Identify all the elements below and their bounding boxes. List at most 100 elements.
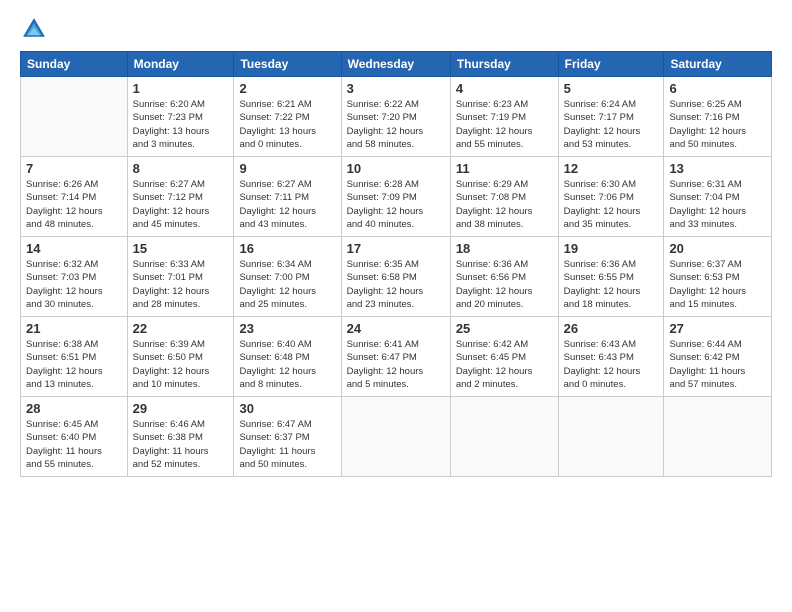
day-cell: 17 Sunrise: 6:35 AM Sunset: 6:58 PM Dayli… xyxy=(341,237,450,317)
logo-icon xyxy=(20,15,48,43)
day-number: 21 xyxy=(26,321,122,336)
day-cell xyxy=(21,77,128,157)
day-number: 27 xyxy=(669,321,766,336)
day-number: 26 xyxy=(564,321,659,336)
weekday-header-thursday: Thursday xyxy=(450,52,558,77)
day-cell: 9 Sunrise: 6:27 AM Sunset: 7:11 PM Daylig… xyxy=(234,157,341,237)
day-number: 14 xyxy=(26,241,122,256)
day-number: 12 xyxy=(564,161,659,176)
day-number: 5 xyxy=(564,81,659,96)
day-cell: 28Sunrise: 6:45 AM Sunset: 6:40 PM Dayli… xyxy=(21,397,128,477)
day-cell: 14 Sunrise: 6:32 AM Sunset: 7:03 PM Dayli… xyxy=(21,237,128,317)
day-info: Sunrise: 6:42 AM Sunset: 6:45 PM Dayligh… xyxy=(456,338,553,391)
day-cell xyxy=(341,397,450,477)
day-number: 22 xyxy=(133,321,229,336)
day-info: Sunrise: 6:36 AM Sunset: 6:56 PM Dayligh… xyxy=(456,258,553,311)
day-cell: 26 Sunrise: 6:43 AM Sunset: 6:43 PM Dayli… xyxy=(558,317,664,397)
day-info: Sunrise: 6:39 AM Sunset: 6:50 PM Dayligh… xyxy=(133,338,229,391)
day-info: Sunrise: 6:35 AM Sunset: 6:58 PM Dayligh… xyxy=(347,258,445,311)
day-number: 30 xyxy=(239,401,335,416)
page: SundayMondayTuesdayWednesdayThursdayFrid… xyxy=(0,0,792,612)
weekday-header-wednesday: Wednesday xyxy=(341,52,450,77)
day-cell: 12Sunrise: 6:30 AM Sunset: 7:06 PM Dayli… xyxy=(558,157,664,237)
day-cell: 1Sunrise: 6:20 AM Sunset: 7:23 PM Daylig… xyxy=(127,77,234,157)
day-info: Sunrise: 6:46 AM Sunset: 6:38 PM Dayligh… xyxy=(133,418,229,471)
day-cell: 2 Sunrise: 6:21 AM Sunset: 7:22 PM Daylig… xyxy=(234,77,341,157)
day-number: 29 xyxy=(133,401,229,416)
day-info: Sunrise: 6:45 AM Sunset: 6:40 PM Dayligh… xyxy=(26,418,122,471)
day-info: Sunrise: 6:36 AM Sunset: 6:55 PM Dayligh… xyxy=(564,258,659,311)
day-number: 6 xyxy=(669,81,766,96)
day-cell: 25 Sunrise: 6:42 AM Sunset: 6:45 PM Dayli… xyxy=(450,317,558,397)
logo xyxy=(20,15,52,43)
day-cell: 5 Sunrise: 6:24 AM Sunset: 7:17 PM Daylig… xyxy=(558,77,664,157)
day-info: Sunrise: 6:27 AM Sunset: 7:11 PM Dayligh… xyxy=(239,178,335,231)
day-number: 18 xyxy=(456,241,553,256)
day-cell: 19 Sunrise: 6:36 AM Sunset: 6:55 PM Dayli… xyxy=(558,237,664,317)
day-info: Sunrise: 6:47 AM Sunset: 6:37 PM Dayligh… xyxy=(239,418,335,471)
day-info: Sunrise: 6:32 AM Sunset: 7:03 PM Dayligh… xyxy=(26,258,122,311)
day-cell: 15 Sunrise: 6:33 AM Sunset: 7:01 PM Dayli… xyxy=(127,237,234,317)
weekday-header-tuesday: Tuesday xyxy=(234,52,341,77)
day-number: 20 xyxy=(669,241,766,256)
day-info: Sunrise: 6:29 AM Sunset: 7:08 PM Dayligh… xyxy=(456,178,553,231)
day-number: 8 xyxy=(133,161,229,176)
weekday-header-row: SundayMondayTuesdayWednesdayThursdayFrid… xyxy=(21,52,772,77)
day-info: Sunrise: 6:44 AM Sunset: 6:42 PM Dayligh… xyxy=(669,338,766,391)
day-info: Sunrise: 6:21 AM Sunset: 7:22 PM Dayligh… xyxy=(239,98,335,151)
day-cell xyxy=(558,397,664,477)
day-cell: 3 Sunrise: 6:22 AM Sunset: 7:20 PM Daylig… xyxy=(341,77,450,157)
week-row-1: 1Sunrise: 6:20 AM Sunset: 7:23 PM Daylig… xyxy=(21,77,772,157)
day-cell: 22 Sunrise: 6:39 AM Sunset: 6:50 PM Dayli… xyxy=(127,317,234,397)
day-cell: 7 Sunrise: 6:26 AM Sunset: 7:14 PM Daylig… xyxy=(21,157,128,237)
day-cell: 11 Sunrise: 6:29 AM Sunset: 7:08 PM Dayli… xyxy=(450,157,558,237)
day-cell: 4 Sunrise: 6:23 AM Sunset: 7:19 PM Daylig… xyxy=(450,77,558,157)
day-cell: 24Sunrise: 6:41 AM Sunset: 6:47 PM Dayli… xyxy=(341,317,450,397)
day-info: Sunrise: 6:27 AM Sunset: 7:12 PM Dayligh… xyxy=(133,178,229,231)
day-number: 17 xyxy=(347,241,445,256)
day-info: Sunrise: 6:38 AM Sunset: 6:51 PM Dayligh… xyxy=(26,338,122,391)
day-cell: 6 Sunrise: 6:25 AM Sunset: 7:16 PM Daylig… xyxy=(664,77,772,157)
day-info: Sunrise: 6:25 AM Sunset: 7:16 PM Dayligh… xyxy=(669,98,766,151)
day-info: Sunrise: 6:28 AM Sunset: 7:09 PM Dayligh… xyxy=(347,178,445,231)
day-number: 19 xyxy=(564,241,659,256)
day-info: Sunrise: 6:23 AM Sunset: 7:19 PM Dayligh… xyxy=(456,98,553,151)
day-number: 2 xyxy=(239,81,335,96)
day-cell: 29 Sunrise: 6:46 AM Sunset: 6:38 PM Dayli… xyxy=(127,397,234,477)
week-row-3: 14 Sunrise: 6:32 AM Sunset: 7:03 PM Dayli… xyxy=(21,237,772,317)
day-cell xyxy=(664,397,772,477)
day-cell: 30 Sunrise: 6:47 AM Sunset: 6:37 PM Dayli… xyxy=(234,397,341,477)
day-info: Sunrise: 6:26 AM Sunset: 7:14 PM Dayligh… xyxy=(26,178,122,231)
day-number: 10 xyxy=(347,161,445,176)
day-cell: 21 Sunrise: 6:38 AM Sunset: 6:51 PM Dayli… xyxy=(21,317,128,397)
week-row-4: 21 Sunrise: 6:38 AM Sunset: 6:51 PM Dayli… xyxy=(21,317,772,397)
day-info: Sunrise: 6:43 AM Sunset: 6:43 PM Dayligh… xyxy=(564,338,659,391)
weekday-header-monday: Monday xyxy=(127,52,234,77)
day-cell: 13Sunrise: 6:31 AM Sunset: 7:04 PM Dayli… xyxy=(664,157,772,237)
day-number: 11 xyxy=(456,161,553,176)
day-number: 24 xyxy=(347,321,445,336)
day-number: 16 xyxy=(239,241,335,256)
day-cell xyxy=(450,397,558,477)
day-cell: 18 Sunrise: 6:36 AM Sunset: 6:56 PM Dayli… xyxy=(450,237,558,317)
day-cell: 8 Sunrise: 6:27 AM Sunset: 7:12 PM Daylig… xyxy=(127,157,234,237)
week-row-2: 7 Sunrise: 6:26 AM Sunset: 7:14 PM Daylig… xyxy=(21,157,772,237)
day-number: 1 xyxy=(133,81,229,96)
day-number: 15 xyxy=(133,241,229,256)
day-info: Sunrise: 6:22 AM Sunset: 7:20 PM Dayligh… xyxy=(347,98,445,151)
weekday-header-sunday: Sunday xyxy=(21,52,128,77)
day-number: 4 xyxy=(456,81,553,96)
weekday-header-saturday: Saturday xyxy=(664,52,772,77)
day-info: Sunrise: 6:33 AM Sunset: 7:01 PM Dayligh… xyxy=(133,258,229,311)
day-cell: 10 Sunrise: 6:28 AM Sunset: 7:09 PM Dayli… xyxy=(341,157,450,237)
day-cell: 27 Sunrise: 6:44 AM Sunset: 6:42 PM Dayli… xyxy=(664,317,772,397)
day-number: 9 xyxy=(239,161,335,176)
day-number: 7 xyxy=(26,161,122,176)
header xyxy=(20,15,772,43)
day-info: Sunrise: 6:31 AM Sunset: 7:04 PM Dayligh… xyxy=(669,178,766,231)
day-number: 23 xyxy=(239,321,335,336)
day-number: 3 xyxy=(347,81,445,96)
day-number: 25 xyxy=(456,321,553,336)
day-info: Sunrise: 6:24 AM Sunset: 7:17 PM Dayligh… xyxy=(564,98,659,151)
week-row-5: 28Sunrise: 6:45 AM Sunset: 6:40 PM Dayli… xyxy=(21,397,772,477)
